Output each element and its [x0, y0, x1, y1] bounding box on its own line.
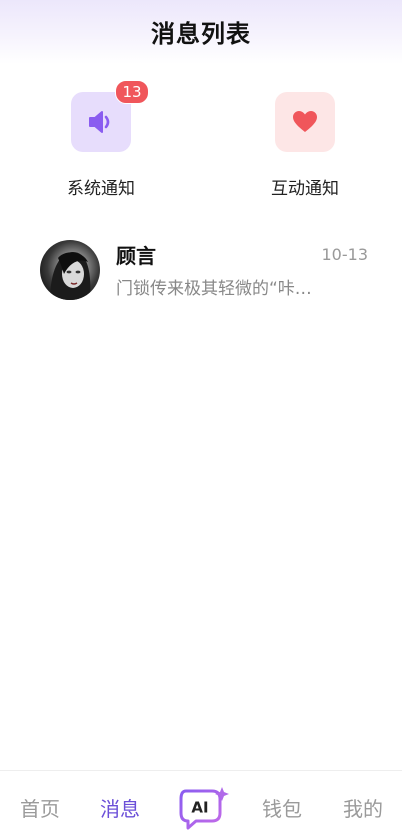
tab-ai-label: AI: [191, 799, 208, 817]
tab-ai[interactable]: AI: [178, 785, 230, 831]
message-time: 10-13: [321, 245, 369, 264]
tab-wallet[interactable]: 钱包: [262, 793, 302, 822]
tab-messages[interactable]: 消息: [100, 793, 140, 822]
heart-icon: [293, 111, 317, 132]
interaction-notification-button[interactable]: 互动通知: [245, 92, 365, 199]
system-notification-label: 系统通知: [67, 179, 135, 199]
system-notification-button[interactable]: 13 系统通知: [41, 80, 161, 199]
message-preview: 门锁传来极其轻微的“咔…: [116, 279, 312, 299]
ai-chat-icon: AI: [179, 787, 229, 830]
system-notification-icon-box: 13: [71, 80, 149, 152]
interaction-notification-label: 互动通知: [271, 179, 339, 199]
header: 消息列表: [0, 0, 402, 64]
tab-home[interactable]: 首页: [20, 793, 60, 822]
tab-mine[interactable]: 我的: [343, 793, 383, 822]
interaction-notification-icon-box: [275, 92, 335, 152]
message-list-item[interactable]: 顾言 10-13 门锁传来极其轻微的“咔…: [40, 240, 370, 302]
unread-badge: 13: [115, 80, 149, 104]
speaker-icon: [89, 111, 110, 133]
message-sender-name: 顾言: [116, 244, 156, 268]
page-title: 消息列表: [151, 20, 251, 48]
avatar-portrait: [50, 251, 91, 300]
avatar: [40, 240, 100, 300]
bottom-tab-bar: 首页 消息 AI 钱包 我的: [0, 770, 402, 838]
